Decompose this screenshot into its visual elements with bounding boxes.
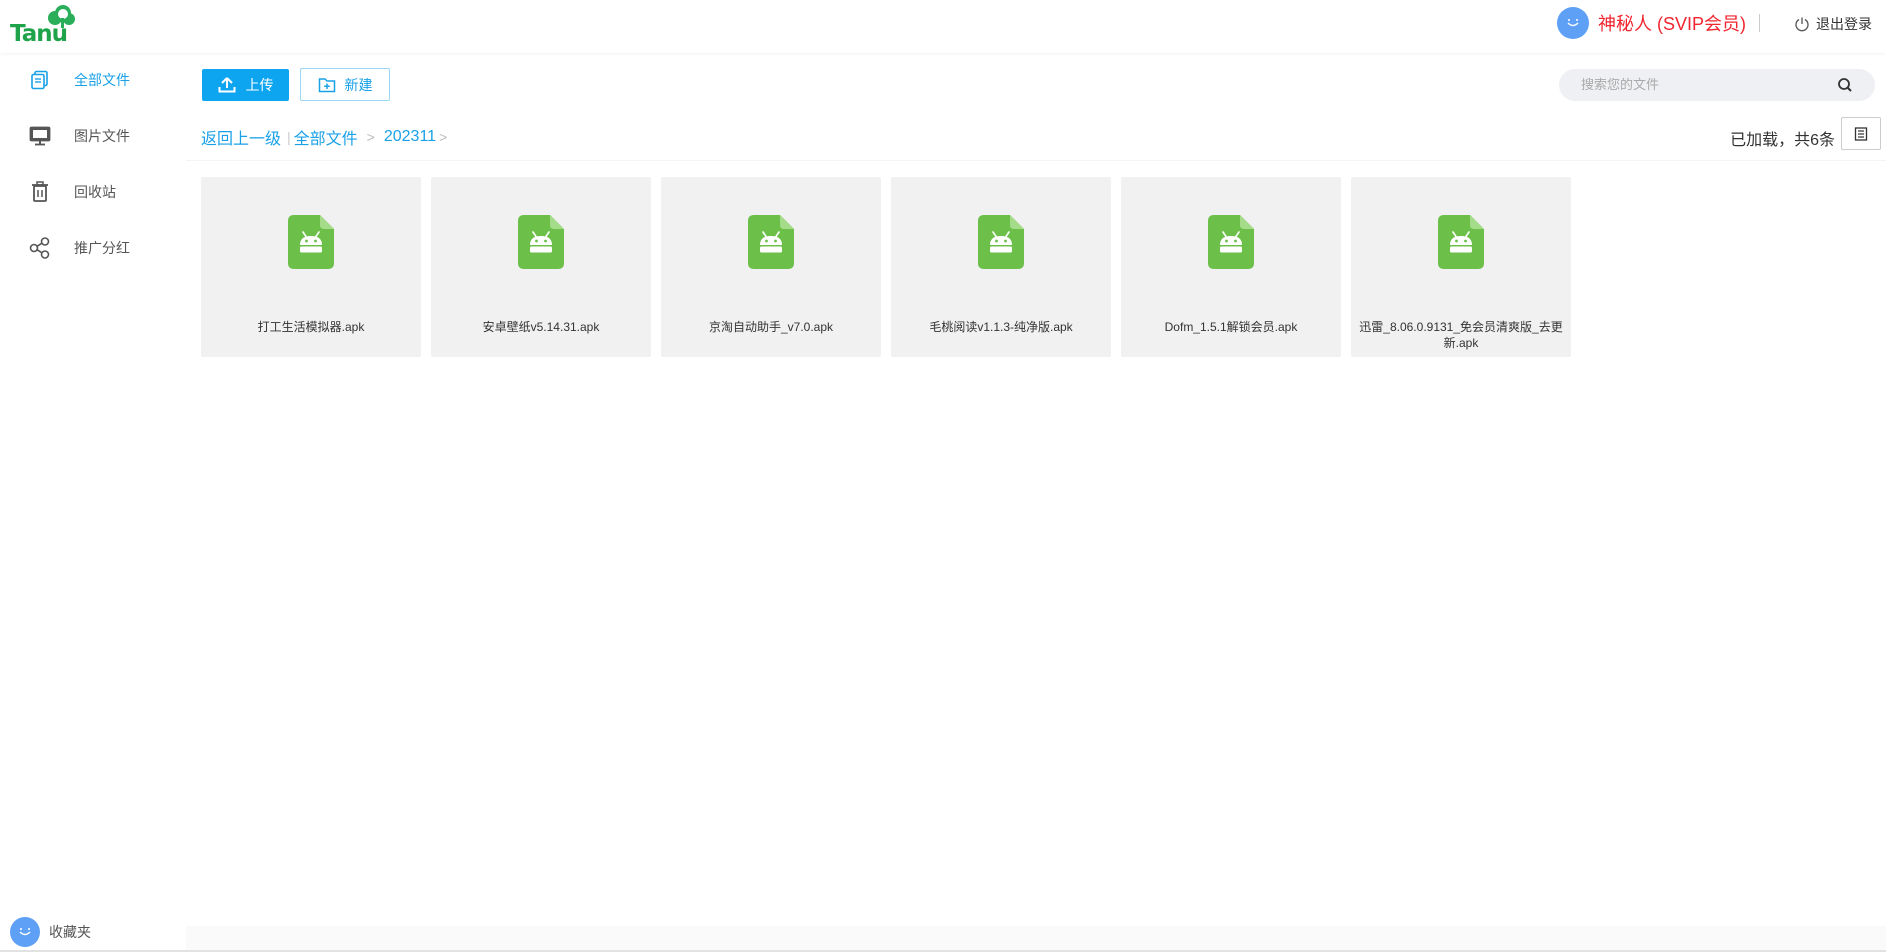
breadcrumb-root[interactable]: 全部文件 [294,125,358,149]
apk-file-icon [288,215,334,273]
breadcrumb-separator: > [439,129,448,145]
file-card[interactable]: Dofm_1.5.1解锁会员.apk [1121,177,1341,357]
apk-file-icon [1438,215,1484,273]
sidebar-item-recycle-bin[interactable]: 回收站 [28,177,178,207]
search-input[interactable] [1581,69,1831,101]
content-divider [186,160,1886,161]
apk-file-icon [978,215,1024,273]
file-name: Dofm_1.5.1解锁会员.apk [1164,320,1298,334]
favorites-label: 收藏夹 [49,925,91,941]
file-name: 迅雷_8.06.0.9131_免会员清爽版_去更新.apk [1359,320,1563,350]
file-count-status: 已加载，共6条 [1730,132,1835,149]
new-label: 新建 [344,76,373,93]
file-name: 毛桃阅读v1.1.3-纯净版.apk [929,320,1073,334]
logo-text: Tanu [10,21,68,47]
top-header: Tanu 神秘人 (SVIP会员) 退出登录 [0,0,1886,53]
smile-icon [19,928,31,936]
breadcrumb-current[interactable]: 202311 [384,128,436,146]
breadcrumb-back[interactable]: 返回上一级 [201,125,281,149]
footer-bar [186,926,1886,952]
username[interactable]: 神秘人 (SVIP会员) [1598,10,1746,36]
android-apk-icon [1438,215,1484,269]
files-icon [28,68,52,92]
user-profile[interactable]: 神秘人 (SVIP会员) [1556,7,1746,39]
list-view-icon [1854,126,1868,141]
header-divider [1759,14,1760,32]
sidebar-item-label: 全部文件 [74,73,130,89]
upload-button[interactable]: 上传 [202,69,289,101]
file-card[interactable]: 毛桃阅读v1.1.3-纯净版.apk [891,177,1111,357]
android-apk-icon [518,215,564,269]
logout-label: 退出登录 [1816,17,1872,33]
file-card[interactable]: 安卓壁纸v5.14.31.apk [431,177,651,357]
sidebar-item-promotion[interactable]: 推广分红 [28,233,178,263]
android-apk-icon [1208,215,1254,269]
sidebar-item-label: 图片文件 [74,129,130,145]
file-name: 打工生活模拟器.apk [257,320,365,334]
file-name: 安卓壁纸v5.14.31.apk [482,320,600,334]
search-box [1559,69,1875,101]
breadcrumb: 返回上一级 | 全部文件 > 202311 > [201,125,447,149]
file-card[interactable]: 京淘自动助手_v7.0.apk [661,177,881,357]
sidebar-item-label: 推广分红 [74,241,130,257]
sidebar-item-images[interactable]: 图片文件 [28,121,178,151]
file-name: 京淘自动助手_v7.0.apk [708,320,834,334]
apk-file-icon [748,215,794,273]
app-logo[interactable]: Tanu [10,4,82,47]
new-folder-icon [318,77,335,92]
breadcrumb-separator: | [287,129,291,145]
smile-icon [1567,19,1579,27]
upload-icon [218,77,235,93]
upload-label: 上传 [245,77,274,93]
sidebar-item-label: 回收站 [74,185,116,201]
favorites-button[interactable]: 收藏夹 [10,917,91,947]
apk-file-icon [518,215,564,273]
apk-file-icon [1208,215,1254,273]
android-apk-icon [748,215,794,269]
breadcrumb-separator: > [366,129,375,145]
new-folder-button[interactable]: 新建 [300,68,390,101]
power-icon [1795,17,1809,32]
android-apk-icon [288,215,334,269]
file-card[interactable]: 打工生活模拟器.apk [201,177,421,357]
avatar[interactable] [1556,7,1589,39]
trash-icon [28,180,52,204]
favorites-avatar [10,917,40,947]
sidebar: 全部文件 图片文件 回收站 推广分红 [0,53,186,952]
android-apk-icon [978,215,1024,269]
sidebar-item-all-files[interactable]: 全部文件 [28,65,178,95]
share-icon [28,236,52,260]
logout-button[interactable]: 退出登录 [1794,14,1872,34]
view-mode-toggle[interactable] [1841,117,1881,150]
search-icon[interactable] [1837,77,1853,93]
monitor-icon [28,124,52,148]
file-card[interactable]: 迅雷_8.06.0.9131_免会员清爽版_去更新.apk [1351,177,1571,357]
